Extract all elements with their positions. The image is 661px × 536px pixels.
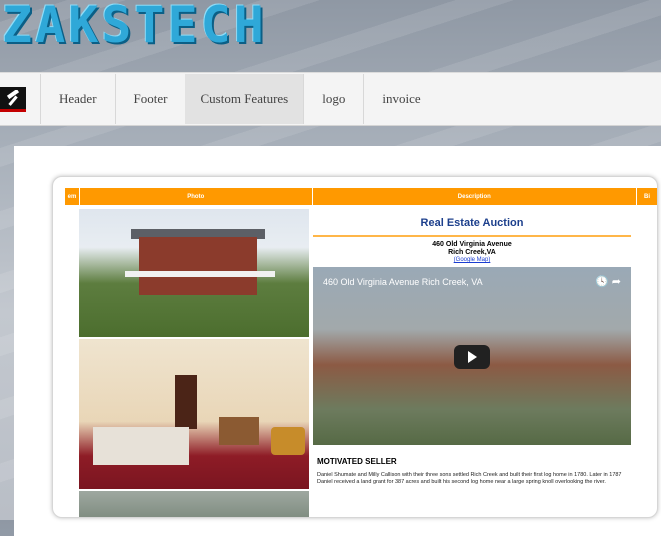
nav-item-logo[interactable]: logo [303,74,363,124]
listing-description: Daniel Shumate and Milly Callison with t… [317,472,622,485]
video-title[interactable]: 460 Old Virginia Avenue Rich Creek, VA [323,277,483,287]
nav-item-header[interactable]: Header [40,74,115,124]
play-button[interactable] [454,345,490,369]
bid-column [634,209,644,509]
nav-item-custom-features[interactable]: Custom Features [185,74,304,124]
column-header-photo: Photo [80,188,313,205]
google-map-link[interactable]: (Google Map) [313,257,631,263]
play-icon [467,351,477,363]
site-logo[interactable]: ZAKSTECH [2,0,267,54]
section-heading: MOTIVATED SELLER [317,457,397,466]
dresser-shape [219,417,259,445]
house-shape [139,237,257,295]
bedroom-photo[interactable] [79,339,309,489]
address-line-1: 460 Old Virginia Avenue [432,241,512,248]
nav-item-invoice[interactable]: invoice [363,74,438,124]
column-header-bid: Bi [644,193,651,200]
bed-shape [93,427,189,465]
chair-shape [271,427,305,455]
column-header-item: em [65,188,80,205]
porch-shape [125,271,275,277]
listing-preview-frame: em Photo Description Bi Real Estate Auct… [52,176,658,518]
watch-later-icon[interactable]: 🕓 [595,276,609,288]
brand-hammer-icon[interactable] [0,86,26,112]
description-column: Real Estate Auction 460 Old Virginia Ave… [313,209,631,486]
door-shape [175,375,197,429]
title-divider [313,235,631,237]
address-line-2: Rich Creek,VA [448,249,496,256]
video-player[interactable]: 460 Old Virginia Avenue Rich Creek, VA 🕓… [313,267,631,445]
listing-table-header: em Photo Description Bi [65,188,657,205]
column-header-description: Description [313,188,638,205]
house-exterior-photo[interactable] [79,209,309,337]
video-controls: 🕓 ➦ [595,275,621,288]
nav-item-footer[interactable]: Footer [114,74,186,124]
listing-title: Real Estate Auction [420,217,524,229]
photo-column [79,209,309,517]
third-photo[interactable] [79,491,309,517]
share-icon[interactable]: ➦ [612,276,621,288]
main-navbar: Header Footer Custom Features logo invoi… [0,72,661,126]
